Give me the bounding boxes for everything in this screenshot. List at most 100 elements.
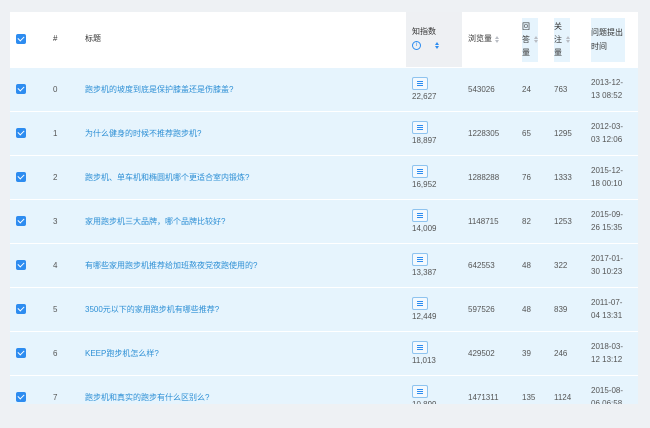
- row-checkbox-icon[interactable]: [16, 392, 26, 403]
- table-row[interactable]: 5 3500元以下的家用跑步机有哪些推荐? 12,449 597526 48 839 201…: [10, 287, 638, 331]
- time-clock: 18 00:10: [591, 179, 623, 188]
- row-num: 3: [53, 216, 58, 226]
- answers-value: 135: [522, 392, 536, 402]
- table-row[interactable]: 4 有哪些家用跑步机推荐给加班熬夜党夜跑使用的? 13,387 642553 48 322…: [10, 243, 638, 287]
- zhishu-chart-icon[interactable]: [412, 385, 428, 399]
- time-cell: 2015-08- 06 06:58: [585, 375, 638, 404]
- row-select-cell[interactable]: [10, 331, 47, 375]
- sort-caret-icon[interactable]: [435, 41, 439, 49]
- followers-value: 763: [554, 84, 568, 94]
- question-table: # 标题 知指数 i 浏览量 回答量 关注量 问题提出时间 0 跑步机的坡度到底是…: [10, 12, 638, 404]
- time-date: 2011-07-: [591, 298, 623, 307]
- table-row[interactable]: 7 跑步机和真实的跑步有什么区别么? 10,899 1471311 135 1124 201…: [10, 375, 638, 404]
- zhishu-chart-icon[interactable]: [412, 77, 428, 90]
- zhishu-chart-icon[interactable]: [412, 297, 428, 310]
- question-title-link[interactable]: 家用跑步机三大品牌，哪个品牌比较好?: [79, 199, 406, 243]
- row-select-cell[interactable]: [10, 375, 47, 404]
- answers-header-label: 回答量: [522, 22, 530, 58]
- question-title-link[interactable]: 跑步机、单车机和椭圆机哪个更适合室内锻炼?: [79, 155, 406, 199]
- views-value: 597526: [468, 304, 495, 314]
- zhishu-value: 16,952: [412, 180, 437, 189]
- table-row[interactable]: 1 为什么健身的时候不推荐跑步机? 18,897 1228305 65 1295 2012-…: [10, 111, 638, 155]
- row-num: 5: [53, 304, 58, 314]
- table-row[interactable]: 3 家用跑步机三大品牌，哪个品牌比较好? 14,009 1148715 82 1253 20…: [10, 199, 638, 243]
- views-header[interactable]: 浏览量: [462, 12, 516, 67]
- answers-value: 48: [522, 304, 531, 314]
- row-select-cell[interactable]: [10, 287, 47, 331]
- row-checkbox-icon[interactable]: [16, 348, 26, 358]
- answers-value: 39: [522, 348, 531, 358]
- time-cell: 2012-03- 03 12:06: [585, 111, 638, 155]
- zhishu-cell: 13,387: [406, 243, 462, 287]
- time-header[interactable]: 问题提出时间: [585, 12, 638, 67]
- table-row[interactable]: 6 KEEP跑步机怎么样? 11,013 429502 39 246 2018-03- 12 …: [10, 331, 638, 375]
- row-checkbox-icon[interactable]: [16, 84, 26, 94]
- sort-caret-icon[interactable]: [566, 36, 570, 44]
- time-clock: 12 13:12: [591, 355, 623, 364]
- row-checkbox-icon[interactable]: [16, 128, 26, 138]
- row-num: 2: [53, 172, 58, 182]
- views-value: 1228305: [468, 128, 500, 138]
- views-value: 543026: [468, 84, 495, 94]
- time-clock: 06 06:58: [591, 399, 623, 404]
- row-num: 4: [53, 260, 58, 270]
- row-select-cell[interactable]: [10, 199, 47, 243]
- answers-value: 48: [522, 260, 531, 270]
- views-value: 1148715: [468, 216, 499, 226]
- question-title-link[interactable]: 3500元以下的家用跑步机有哪些推荐?: [79, 287, 406, 331]
- row-checkbox-icon[interactable]: [16, 216, 26, 226]
- zhishu-chart-icon[interactable]: [412, 165, 428, 178]
- sort-caret-icon[interactable]: [495, 35, 499, 43]
- row-select-cell[interactable]: [10, 67, 47, 111]
- time-cell: 2015-09- 26 15:35: [585, 199, 638, 243]
- row-select-cell[interactable]: [10, 111, 47, 155]
- time-cell: 2015-12- 18 00:10: [585, 155, 638, 199]
- zhishu-chart-icon[interactable]: [412, 121, 428, 134]
- question-title-link[interactable]: KEEP跑步机怎么样?: [79, 331, 406, 375]
- time-clock: 04 13:31: [591, 311, 623, 320]
- title-header: 标题: [85, 34, 101, 44]
- views-value: 642553: [468, 260, 495, 270]
- question-title-link[interactable]: 跑步机的坡度到底是保护膝盖还是伤膝盖?: [79, 67, 406, 111]
- question-title-link[interactable]: 有哪些家用跑步机推荐给加班熬夜党夜跑使用的?: [79, 243, 406, 287]
- zhishu-chart-icon[interactable]: [412, 341, 428, 354]
- followers-value: 246: [554, 348, 568, 358]
- row-select-cell[interactable]: [10, 243, 47, 287]
- table-row[interactable]: 0 跑步机的坡度到底是保护膝盖还是伤膝盖? 22,627 543026 24 763 201…: [10, 67, 638, 111]
- row-select-cell[interactable]: [10, 155, 47, 199]
- zhishu-cell: 12,449: [406, 287, 462, 331]
- zhishu-chart-icon[interactable]: [412, 253, 428, 266]
- followers-value: 1253: [554, 216, 572, 226]
- time-clock: 13 08:52: [591, 91, 623, 100]
- question-title-link[interactable]: 跑步机和真实的跑步有什么区别么?: [79, 375, 406, 404]
- followers-value: 1333: [554, 172, 572, 182]
- question-title-link[interactable]: 为什么健身的时候不推荐跑步机?: [79, 111, 406, 155]
- time-date: 2017-01-: [591, 254, 624, 263]
- zhishu-cell: 14,009: [406, 199, 462, 243]
- zhishu-chart-icon[interactable]: [412, 209, 428, 222]
- zhishu-cell: 16,952: [406, 155, 462, 199]
- time-date: 2012-03-: [591, 122, 624, 131]
- time-header-label: 问题提出时间: [591, 27, 623, 51]
- table-row[interactable]: 2 跑步机、单车机和椭圆机哪个更适合室内锻炼? 16,952 1288288 76 133…: [10, 155, 638, 199]
- sort-caret-icon[interactable]: [534, 36, 538, 44]
- followers-header[interactable]: 关注量: [548, 12, 585, 67]
- time-cell: 2018-03- 12 13:12: [585, 331, 638, 375]
- select-all-cell[interactable]: [10, 12, 47, 67]
- info-icon[interactable]: i: [412, 40, 421, 50]
- row-num: 7: [53, 392, 58, 402]
- row-checkbox-icon[interactable]: [16, 260, 26, 270]
- row-checkbox-icon[interactable]: [16, 172, 26, 182]
- zhishu-value: 13,387: [412, 268, 437, 277]
- row-checkbox-icon[interactable]: [16, 304, 26, 314]
- followers-header-label: 关注量: [554, 22, 562, 58]
- answers-value: 65: [522, 128, 531, 138]
- zhishu-header-label: 知指数: [412, 27, 436, 37]
- followers-value: 322: [554, 260, 568, 270]
- select-all-checkbox-icon[interactable]: [16, 34, 26, 45]
- time-cell: 2011-07- 04 13:31: [585, 287, 638, 331]
- answers-value: 24: [522, 84, 531, 94]
- time-date: 2013-12-: [591, 78, 624, 87]
- answers-header[interactable]: 回答量: [516, 12, 548, 67]
- zhishu-header[interactable]: 知指数 i: [406, 12, 462, 67]
